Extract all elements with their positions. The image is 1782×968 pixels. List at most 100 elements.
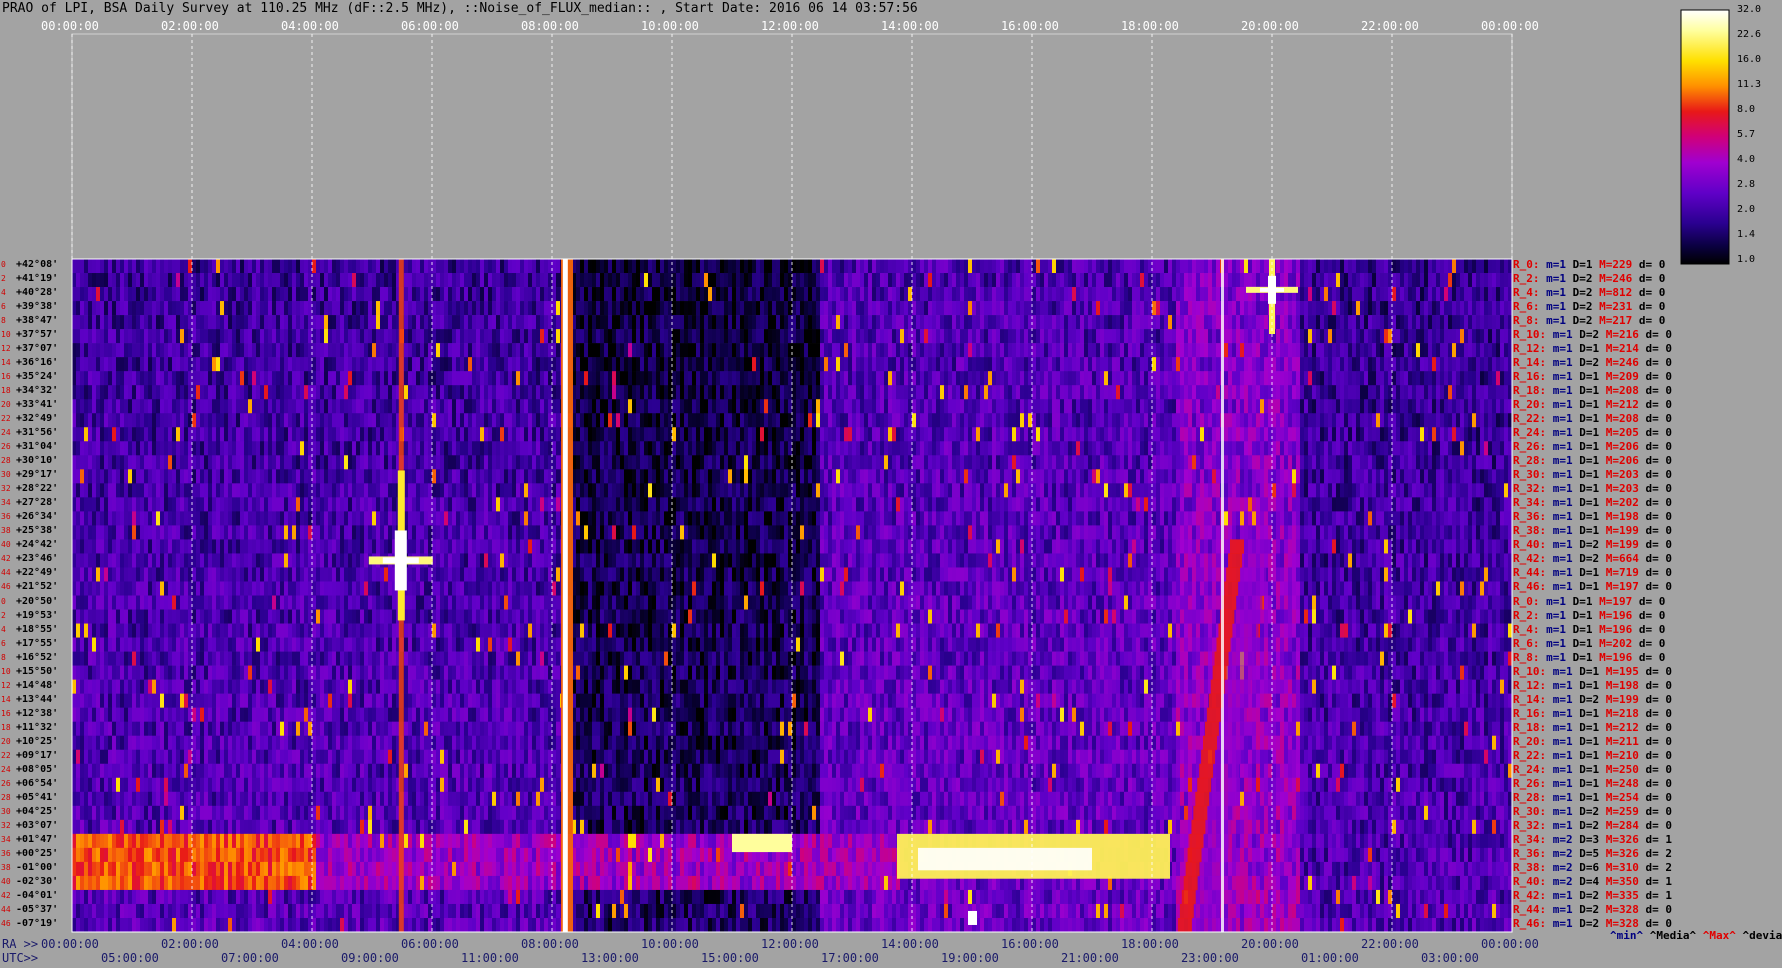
row-stat-m: m=1 xyxy=(1552,706,1573,720)
row-stat-M: M=212 xyxy=(1605,720,1639,734)
utc-axis-tick: 05:00:00 xyxy=(101,951,159,965)
colorbar-label: 1.4 xyxy=(1737,229,1756,240)
row-stat-r: R_10: xyxy=(1513,664,1547,678)
row-number: 0 xyxy=(1,596,6,606)
row-stat-M: M=812 xyxy=(1599,286,1633,300)
row-stat-M: M=208 xyxy=(1605,412,1639,426)
row-stat: R_8: m=1 D=2 M=217 d= 0 xyxy=(1513,314,1665,327)
row-stat-m: m=1 xyxy=(1546,286,1566,300)
row-stat-r: R_14: xyxy=(1513,356,1547,370)
ra-axis-tick: 18:00:00 xyxy=(1121,937,1179,951)
declination-label: +10°25' xyxy=(16,735,59,747)
row-number: 46 xyxy=(1,918,11,928)
row-stat: R_32: m=1 D=2 M=284 d= 0 xyxy=(1513,819,1672,832)
row-stat-M: M=196 xyxy=(1599,608,1633,622)
row-number: 46 xyxy=(1,582,11,592)
declination-label: +35°24' xyxy=(16,371,59,383)
row-stat-r: R_36: xyxy=(1513,846,1547,860)
declination-label: +19°53' xyxy=(16,609,59,621)
row-stat: R_24: m=1 D=1 M=205 d= 0 xyxy=(1513,426,1672,439)
ra-axis-tick: 20:00:00 xyxy=(1241,937,1299,951)
ra-axis-tick: 00:00:00 xyxy=(41,937,99,951)
row-stat-dv: d= 0 xyxy=(1645,678,1673,692)
row-stat-d: D=1 xyxy=(1579,664,1600,678)
row-stat-r: R_24: xyxy=(1513,426,1547,440)
row-stat-d: D=1 xyxy=(1579,524,1600,538)
row-stat-d: D=1 xyxy=(1579,440,1600,454)
plot-background-top xyxy=(71,33,1513,260)
row-stat-M: M=218 xyxy=(1605,706,1639,720)
row-stat-M: M=328 xyxy=(1605,902,1639,916)
row-stat: R_26: m=1 D=1 M=206 d= 0 xyxy=(1513,440,1672,453)
row-stat-m: m=1 xyxy=(1552,328,1573,342)
row-stat-m: m=1 xyxy=(1546,622,1566,636)
row-stat-M: M=203 xyxy=(1605,482,1639,496)
row-stat-r: R_6: xyxy=(1513,300,1540,314)
row-stat-r: R_46: xyxy=(1513,580,1547,594)
declination-label: +13°44' xyxy=(16,693,59,705)
row-number: 14 xyxy=(1,358,11,368)
declination-label: +36°16' xyxy=(16,357,59,369)
row-stat-dv: d= 0 xyxy=(1645,552,1673,566)
declination-label: +22°49' xyxy=(16,567,59,579)
declination-label: +04°25' xyxy=(16,805,59,817)
row-stat-d: D=1 xyxy=(1579,412,1600,426)
row-stat: R_18: m=1 D=1 M=208 d= 0 xyxy=(1513,384,1672,397)
stats-legend: ^min^ ^Media^ ^Max^ ^devia^ xyxy=(1610,929,1782,942)
row-stat-dv: d= 0 xyxy=(1645,524,1673,538)
row-stat-m: m=1 xyxy=(1552,398,1573,412)
row-stat-m: m=1 xyxy=(1552,580,1573,594)
ra-axis-tick: 14:00:00 xyxy=(881,937,939,951)
declination-label: +15°50' xyxy=(16,665,59,677)
row-stat-r: R_40: xyxy=(1513,538,1547,552)
row-stat-d: D=2 xyxy=(1579,804,1600,818)
row-stat-r: R_16: xyxy=(1513,370,1547,384)
row-stat-dv: d= 1 xyxy=(1645,888,1673,902)
row-stat: R_12: m=1 D=1 M=214 d= 0 xyxy=(1513,342,1672,355)
row-stat-d: D=2 xyxy=(1579,916,1600,930)
row-stat-r: R_42: xyxy=(1513,552,1547,566)
row-stat-dv: d= 0 xyxy=(1645,328,1673,342)
row-stat-dv: d= 0 xyxy=(1645,762,1673,776)
row-stat-r: R_22: xyxy=(1513,748,1547,762)
row-stat-r: R_32: xyxy=(1513,482,1547,496)
row-stat-m: m=2 xyxy=(1552,846,1573,860)
row-stat-d: D=1 xyxy=(1579,398,1600,412)
utc-axis-label: UTC>> xyxy=(2,951,39,965)
row-number: 18 xyxy=(1,722,11,732)
row-stat-M: M=335 xyxy=(1605,888,1639,902)
row-stat-M: M=259 xyxy=(1605,804,1639,818)
row-stat-dv: d= 1 xyxy=(1645,832,1673,846)
legend-min: ^min^ xyxy=(1610,929,1644,942)
colorbar-label: 5.7 xyxy=(1737,129,1756,140)
row-stat: R_32: m=1 D=1 M=203 d= 0 xyxy=(1513,482,1672,495)
row-stat-M: M=248 xyxy=(1605,776,1639,790)
row-stat-m: m=1 xyxy=(1552,902,1573,916)
row-stat-r: R_40: xyxy=(1513,874,1547,888)
row-stat-dv: d= 0 xyxy=(1645,664,1673,678)
row-stat-dv: d= 0 xyxy=(1638,622,1666,636)
legend-max: ^Max^ xyxy=(1702,929,1736,942)
colorbar-label: 11.3 xyxy=(1737,79,1762,90)
row-stat-dv: d= 0 xyxy=(1638,608,1666,622)
top-axis-tick: 04:00:00 xyxy=(281,19,339,33)
top-axis-tick: 08:00:00 xyxy=(521,19,579,33)
row-stat-r: R_16: xyxy=(1513,706,1547,720)
row-stat-M: M=216 xyxy=(1605,328,1639,342)
declination-label: +33°41' xyxy=(16,399,59,411)
row-stat-dv: d= 2 xyxy=(1645,860,1673,874)
row-stat-r: R_6: xyxy=(1513,636,1540,650)
top-axis-tick: 18:00:00 xyxy=(1121,19,1179,33)
row-number: 28 xyxy=(1,456,11,466)
utc-axis-tick: 07:00:00 xyxy=(221,951,279,965)
row-stat-M: M=211 xyxy=(1605,734,1639,748)
row-stat-m: m=1 xyxy=(1546,594,1566,608)
row-stat-m: m=1 xyxy=(1552,748,1573,762)
declination-label: +12°38' xyxy=(16,707,59,719)
row-stat-d: D=1 xyxy=(1579,678,1600,692)
row-stat-m: m=1 xyxy=(1552,888,1573,902)
row-stat-M: M=196 xyxy=(1599,622,1633,636)
row-stat-M: M=217 xyxy=(1599,314,1633,328)
legend-media: ^Media^ xyxy=(1649,929,1697,942)
row-stat-d: D=1 xyxy=(1572,636,1593,650)
